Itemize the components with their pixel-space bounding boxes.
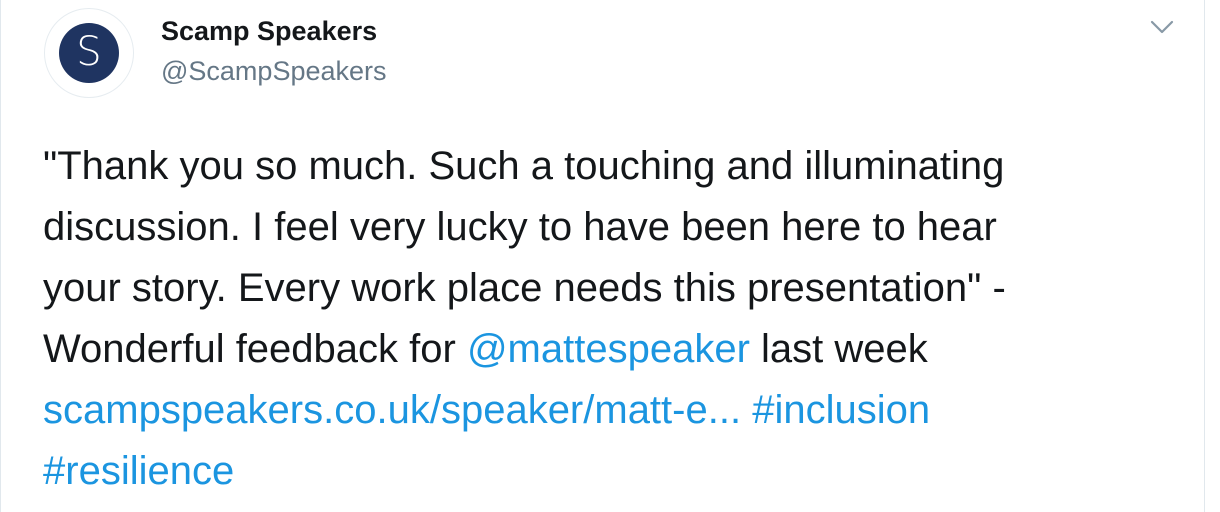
avatar-logo: S <box>59 23 119 83</box>
author-display-name[interactable]: Scamp Speakers <box>161 16 377 47</box>
tweet-menu-button[interactable] <box>1147 14 1177 40</box>
url-link[interactable]: scampspeakers.co.uk/speaker/matt-e... <box>43 388 741 432</box>
tweet-text-line: discussion. I feel very lucky to have be… <box>43 205 997 249</box>
tweet-text-line: Wonderful feedback for @mattespeaker las… <box>43 319 1163 380</box>
hashtag-link-inclusion[interactable]: #inclusion <box>752 388 930 432</box>
mention-link[interactable]: @mattespeaker <box>467 327 750 371</box>
tweet-text-line: "Thank you so much. Such a touching and … <box>43 144 1005 188</box>
avatar[interactable]: S <box>44 8 134 98</box>
tweet-text-segment: Wonderful feedback for <box>43 327 467 371</box>
author-handle[interactable]: @ScampSpeakers <box>161 56 387 87</box>
tweet-text-segment: last week <box>749 327 928 371</box>
tweet-card: S Scamp Speakers @ScampSpeakers "Thank y… <box>0 0 1205 512</box>
hashtag-link-resilience[interactable]: #resilience <box>43 449 234 493</box>
tweet-text: "Thank you so much. Such a touching and … <box>43 136 1163 502</box>
tweet-text-line: #resilience <box>43 441 1163 502</box>
avatar-letter: S <box>76 29 102 75</box>
chevron-down-icon <box>1150 20 1174 34</box>
tweet-text-line: scampspeakers.co.uk/speaker/matt-e... #i… <box>43 380 1163 441</box>
tweet-text-line: your story. Every work place needs this … <box>43 266 1006 310</box>
